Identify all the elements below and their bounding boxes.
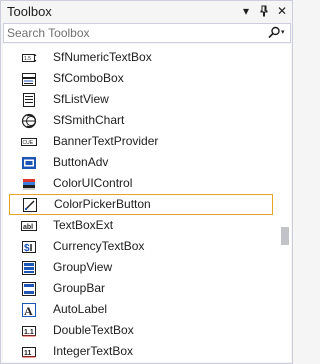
panel-title: Toolbox	[7, 4, 52, 19]
svg-text:1.5: 1.5	[24, 56, 31, 62]
list-item[interactable]: 1.5 SfNumericTextBox	[3, 47, 275, 68]
groupbar-icon	[21, 281, 37, 297]
listview-icon	[21, 92, 37, 108]
scrollbar-thumb[interactable]	[281, 227, 289, 245]
auto-hide-pin-icon[interactable]	[256, 3, 272, 19]
list-item[interactable]: GroupBar	[3, 278, 275, 299]
item-label: GroupView	[53, 260, 113, 274]
search-box[interactable]: ▾	[3, 23, 291, 43]
list-item[interactable]: SfComboBox	[3, 68, 275, 89]
list-item[interactable]: GroupView	[3, 257, 275, 278]
toolbox-window: Toolbox ▾ ✕ ▾ 1.5 SfNumericTextBox	[0, 0, 293, 364]
svg-text:CUE: CUE	[23, 140, 34, 146]
list-item[interactable]: 1.1 DoubleTextBox	[3, 320, 275, 341]
list-item[interactable]: A AutoLabel	[3, 299, 275, 320]
item-label: ColorUIControl	[53, 176, 133, 190]
list-item[interactable]: CUE BannerTextProvider	[3, 131, 275, 152]
autolabel-icon: A	[21, 302, 37, 318]
groupview-icon	[21, 260, 37, 276]
list-item[interactable]: SfSmithChart	[3, 110, 275, 131]
list-item[interactable]: ButtonAdv	[3, 152, 275, 173]
svg-text:1.1: 1.1	[24, 329, 34, 336]
banner-text-icon: CUE	[21, 134, 37, 150]
numeric-textbox-icon: 1.5	[21, 50, 37, 66]
item-label: SfSmithChart	[53, 113, 125, 127]
item-label: SfNumericTextBox	[53, 50, 152, 64]
list-item[interactable]: 11 IntegerTextBox	[3, 341, 275, 362]
search-input[interactable]	[7, 25, 257, 41]
item-label: ButtonAdv	[53, 155, 109, 169]
toolbox-list: 1.5 SfNumericTextBox SfComboBox SfListVi…	[3, 44, 291, 362]
item-label: GroupBar	[53, 281, 106, 295]
pin-icon	[260, 5, 268, 17]
vertical-scrollbar[interactable]	[277, 44, 291, 362]
toolbox-titlebar: Toolbox ▾ ✕	[1, 1, 292, 23]
item-label: CurrencyTextBox	[53, 239, 145, 253]
search-icon[interactable]	[266, 25, 282, 41]
magnifier-icon	[268, 26, 280, 39]
textbox-icon: abl	[21, 218, 37, 234]
search-options-dropdown-icon[interactable]: ▾	[281, 25, 290, 41]
svg-text:abl: abl	[23, 224, 33, 231]
item-label: SfListView	[53, 92, 109, 106]
svg-text:A: A	[24, 304, 33, 318]
item-label: IntegerTextBox	[53, 344, 134, 358]
button-icon	[21, 155, 37, 171]
item-label: DoubleTextBox	[53, 323, 134, 337]
double-textbox-icon: 1.1	[21, 323, 37, 339]
svg-text:$: $	[24, 243, 30, 254]
item-label: AutoLabel	[53, 302, 108, 316]
list-item[interactable]: SfListView	[3, 89, 275, 110]
color-ui-icon	[21, 176, 37, 192]
item-label: SfComboBox	[53, 71, 124, 85]
svg-text:11: 11	[24, 350, 32, 357]
list-item[interactable]: abl TextBoxExt	[3, 215, 275, 236]
integer-textbox-icon: 11	[21, 344, 37, 360]
window-position-dropdown-icon[interactable]: ▾	[238, 3, 254, 19]
list-item-selected[interactable]: ColorPickerButton	[9, 194, 273, 215]
smithchart-icon	[21, 113, 37, 129]
currency-icon: $	[21, 239, 37, 255]
close-icon[interactable]: ✕	[274, 3, 290, 19]
list-item[interactable]: ColorUIControl	[3, 173, 275, 194]
item-label: TextBoxExt	[53, 218, 114, 232]
color-picker-icon	[22, 197, 38, 213]
item-label: BannerTextProvider	[53, 134, 159, 148]
combobox-icon	[21, 71, 37, 87]
list-item[interactable]: $ CurrencyTextBox	[3, 236, 275, 257]
item-label: ColorPickerButton	[54, 197, 151, 211]
